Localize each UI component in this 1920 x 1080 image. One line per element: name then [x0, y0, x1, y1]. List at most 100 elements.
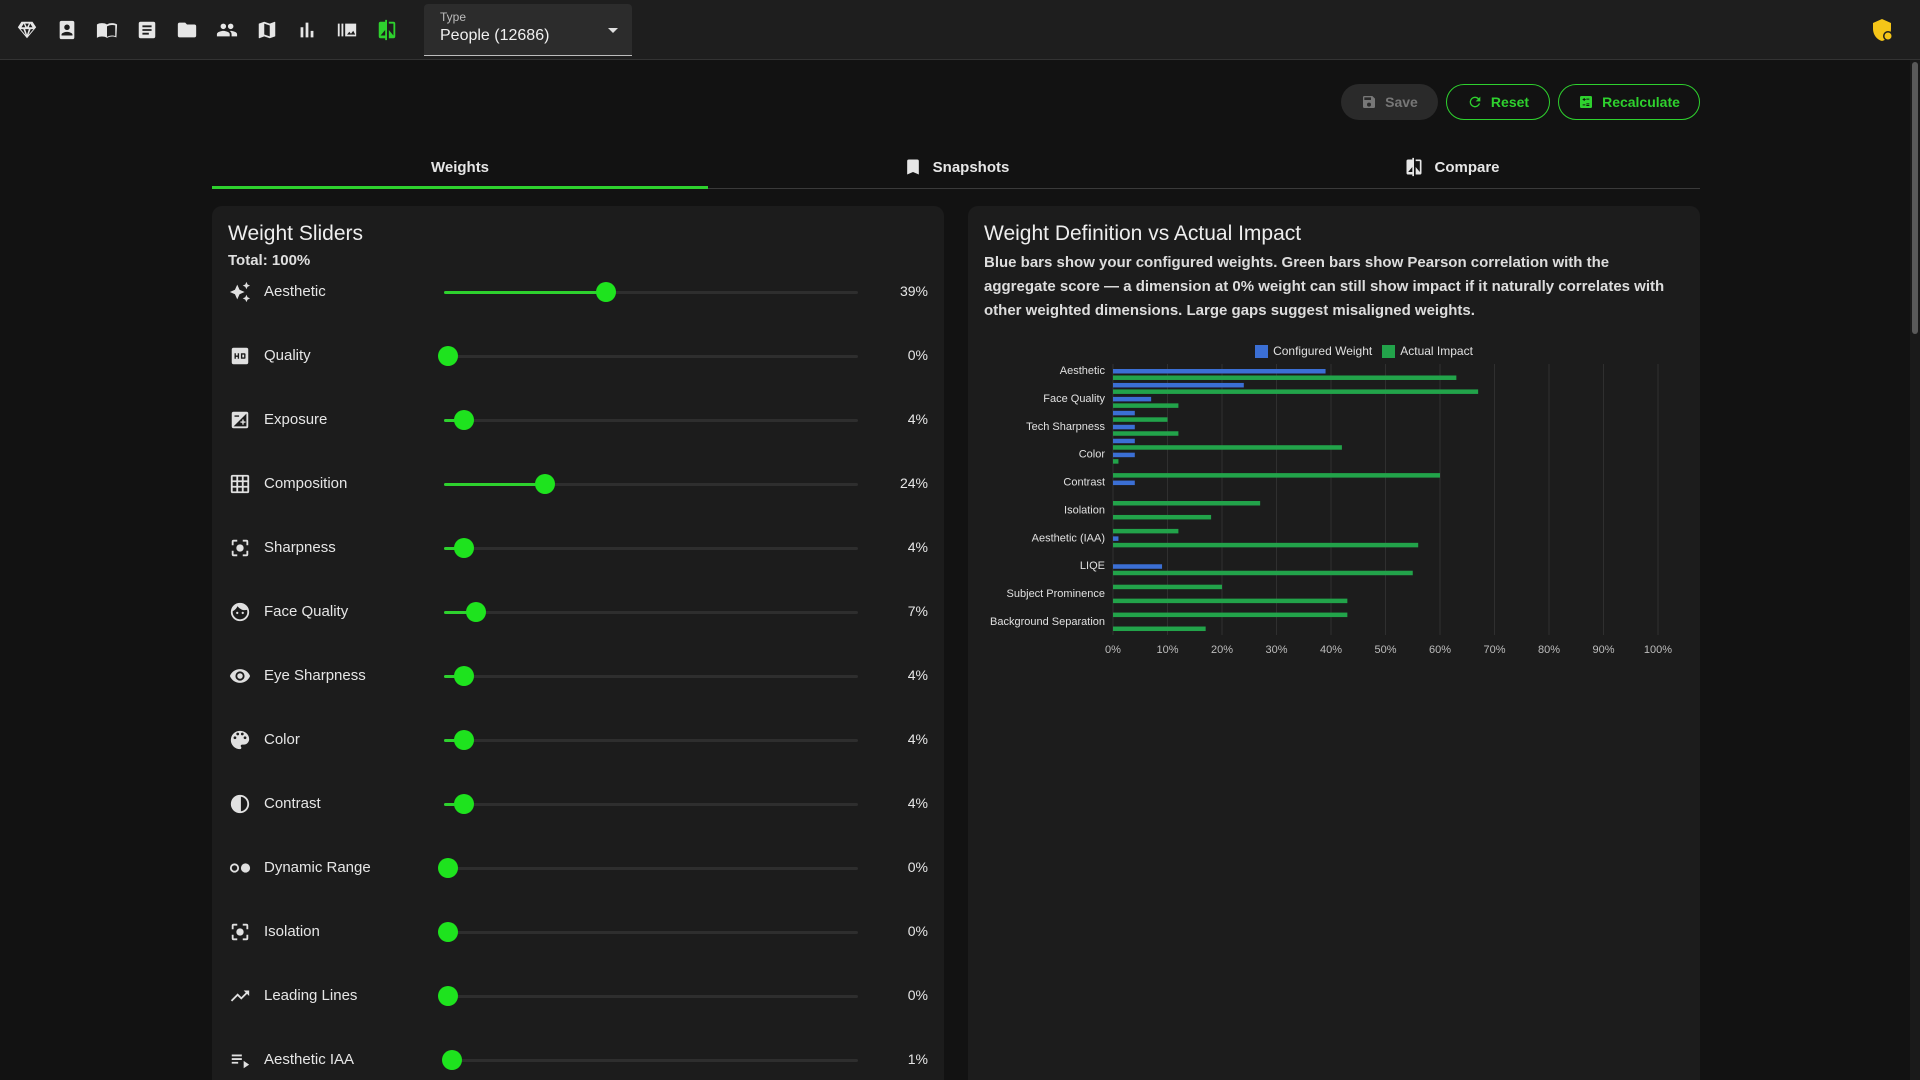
- bar-configured-weight[interactable]: [1113, 480, 1135, 486]
- bar-actual-impact[interactable]: [1113, 389, 1479, 394]
- shield-badge-icon[interactable]: [1870, 18, 1894, 42]
- bar-configured-weight[interactable]: [1113, 369, 1326, 374]
- slider-thumb[interactable]: [438, 986, 458, 1006]
- bar-actual-impact[interactable]: [1113, 598, 1348, 604]
- bar-configured-weight[interactable]: [1113, 424, 1135, 430]
- bar-actual-impact[interactable]: [1113, 528, 1179, 534]
- compare-icon: [1406, 157, 1422, 177]
- slider-thumb[interactable]: [438, 346, 458, 366]
- slider-thumb[interactable]: [454, 410, 475, 430]
- slider-track[interactable]: [438, 346, 858, 366]
- bar-chart-icon[interactable]: [294, 17, 320, 43]
- x-tick-label: 10%: [1156, 644, 1178, 656]
- recalculate-button-label: Recalculate: [1602, 94, 1680, 110]
- bar-actual-impact[interactable]: [1113, 570, 1413, 576]
- bar-configured-weight[interactable]: [1113, 438, 1135, 444]
- slider-track[interactable]: [438, 986, 858, 1006]
- bar-actual-impact[interactable]: [1113, 514, 1212, 520]
- slider-row: Aesthetic IAA 1%: [228, 1040, 928, 1080]
- reset-button[interactable]: Reset: [1446, 84, 1550, 120]
- bar-actual-impact[interactable]: [1113, 375, 1457, 380]
- gallery-icon[interactable]: [334, 17, 360, 43]
- slider-track[interactable]: [438, 858, 858, 878]
- slider-thumb[interactable]: [466, 602, 487, 622]
- people-icon[interactable]: [214, 17, 240, 43]
- tab-snapshots-label: Snapshots: [932, 158, 1010, 176]
- folder-icon[interactable]: [174, 17, 200, 43]
- weight-total: Total: 100%: [228, 252, 311, 269]
- slider-thumb[interactable]: [438, 858, 458, 878]
- bar-actual-impact[interactable]: [1113, 584, 1222, 590]
- slider-label: Color: [264, 731, 300, 748]
- tab-compare[interactable]: Compare: [1204, 146, 1700, 188]
- slider-track[interactable]: [442, 1050, 858, 1070]
- slider-thumb[interactable]: [535, 474, 556, 494]
- slider-track[interactable]: [444, 410, 858, 430]
- bar-configured-weight[interactable]: [1113, 536, 1119, 541]
- x-tick-label: 100%: [1644, 644, 1672, 656]
- slider-track[interactable]: [438, 922, 858, 942]
- y-category-label: Isolation: [1064, 504, 1105, 516]
- bar-configured-weight[interactable]: [1113, 410, 1135, 416]
- bar-configured-weight[interactable]: [1113, 382, 1244, 388]
- bar-actual-impact[interactable]: [1113, 445, 1342, 450]
- bar-configured-weight[interactable]: [1113, 452, 1135, 458]
- slider-label: Exposure: [264, 411, 328, 428]
- scrollbar-thumb[interactable]: [1912, 62, 1918, 334]
- slider-thumb[interactable]: [596, 282, 617, 302]
- weight-sliders-card: Weight Sliders Total: 100% Aesthetic 39% Q…: [212, 206, 944, 1080]
- hd-icon: [228, 344, 252, 368]
- book-icon[interactable]: [94, 17, 120, 43]
- y-category-label: Tech Sharpness: [1026, 421, 1105, 433]
- slider-fill: [444, 291, 607, 294]
- slider-track[interactable]: [444, 602, 858, 622]
- impact-chart-card: Weight Definition vs Actual Impact Blue …: [968, 206, 1700, 1080]
- slider-thumb[interactable]: [454, 538, 475, 558]
- recalculate-button[interactable]: Recalculate: [1558, 84, 1700, 120]
- slider-track[interactable]: [444, 282, 858, 302]
- type-select[interactable]: Type People (12686): [424, 4, 632, 56]
- bar-actual-impact[interactable]: [1113, 501, 1261, 506]
- tab-snapshots[interactable]: Snapshots: [708, 146, 1204, 188]
- tab-weights-label: Weights: [430, 158, 490, 176]
- slider-thumb[interactable]: [454, 666, 475, 686]
- map-icon[interactable]: [254, 17, 280, 43]
- slider-value: 39%: [899, 283, 928, 299]
- bar-actual-impact[interactable]: [1113, 612, 1348, 618]
- slider-value: 4%: [907, 539, 928, 555]
- x-tick-label: 80%: [1538, 644, 1560, 656]
- slider-thumb[interactable]: [438, 922, 458, 942]
- bar-actual-impact[interactable]: [1113, 473, 1440, 478]
- portrait-icon[interactable]: [54, 17, 80, 43]
- compare-icon[interactable]: [374, 17, 400, 43]
- calculator-icon: [1580, 96, 1593, 108]
- slider-thumb[interactable]: [454, 730, 475, 750]
- bar-actual-impact[interactable]: [1113, 459, 1119, 464]
- slider-thumb[interactable]: [442, 1050, 463, 1070]
- x-tick-label: 70%: [1483, 644, 1505, 656]
- slider-label: Contrast: [264, 795, 321, 812]
- tab-weights[interactable]: Weights: [212, 146, 708, 189]
- bar-actual-impact[interactable]: [1113, 403, 1179, 408]
- top-app-bar: Type People (12686): [0, 0, 1920, 60]
- bar-configured-weight[interactable]: [1113, 396, 1152, 402]
- slider-track[interactable]: [444, 794, 858, 814]
- bar-actual-impact[interactable]: [1113, 542, 1419, 548]
- diamond-icon[interactable]: [14, 17, 40, 43]
- article-icon[interactable]: [134, 17, 160, 43]
- slider-track[interactable]: [444, 730, 858, 750]
- slider-value: 0%: [907, 859, 928, 875]
- bookmark-icon: [906, 159, 919, 175]
- slider-track[interactable]: [444, 538, 858, 558]
- bar-configured-weight[interactable]: [1113, 564, 1163, 569]
- bar-actual-impact[interactable]: [1113, 431, 1179, 436]
- bar-actual-impact[interactable]: [1113, 626, 1206, 632]
- bar-actual-impact[interactable]: [1113, 417, 1168, 422]
- slider-track[interactable]: [444, 666, 858, 686]
- exposure-icon: [228, 408, 252, 432]
- slider-thumb[interactable]: [454, 794, 475, 814]
- slider-track[interactable]: [444, 474, 858, 494]
- x-tick-label: 0%: [1105, 644, 1121, 656]
- save-button[interactable]: Save: [1341, 84, 1438, 120]
- page-scrollbar[interactable]: [1910, 60, 1920, 1080]
